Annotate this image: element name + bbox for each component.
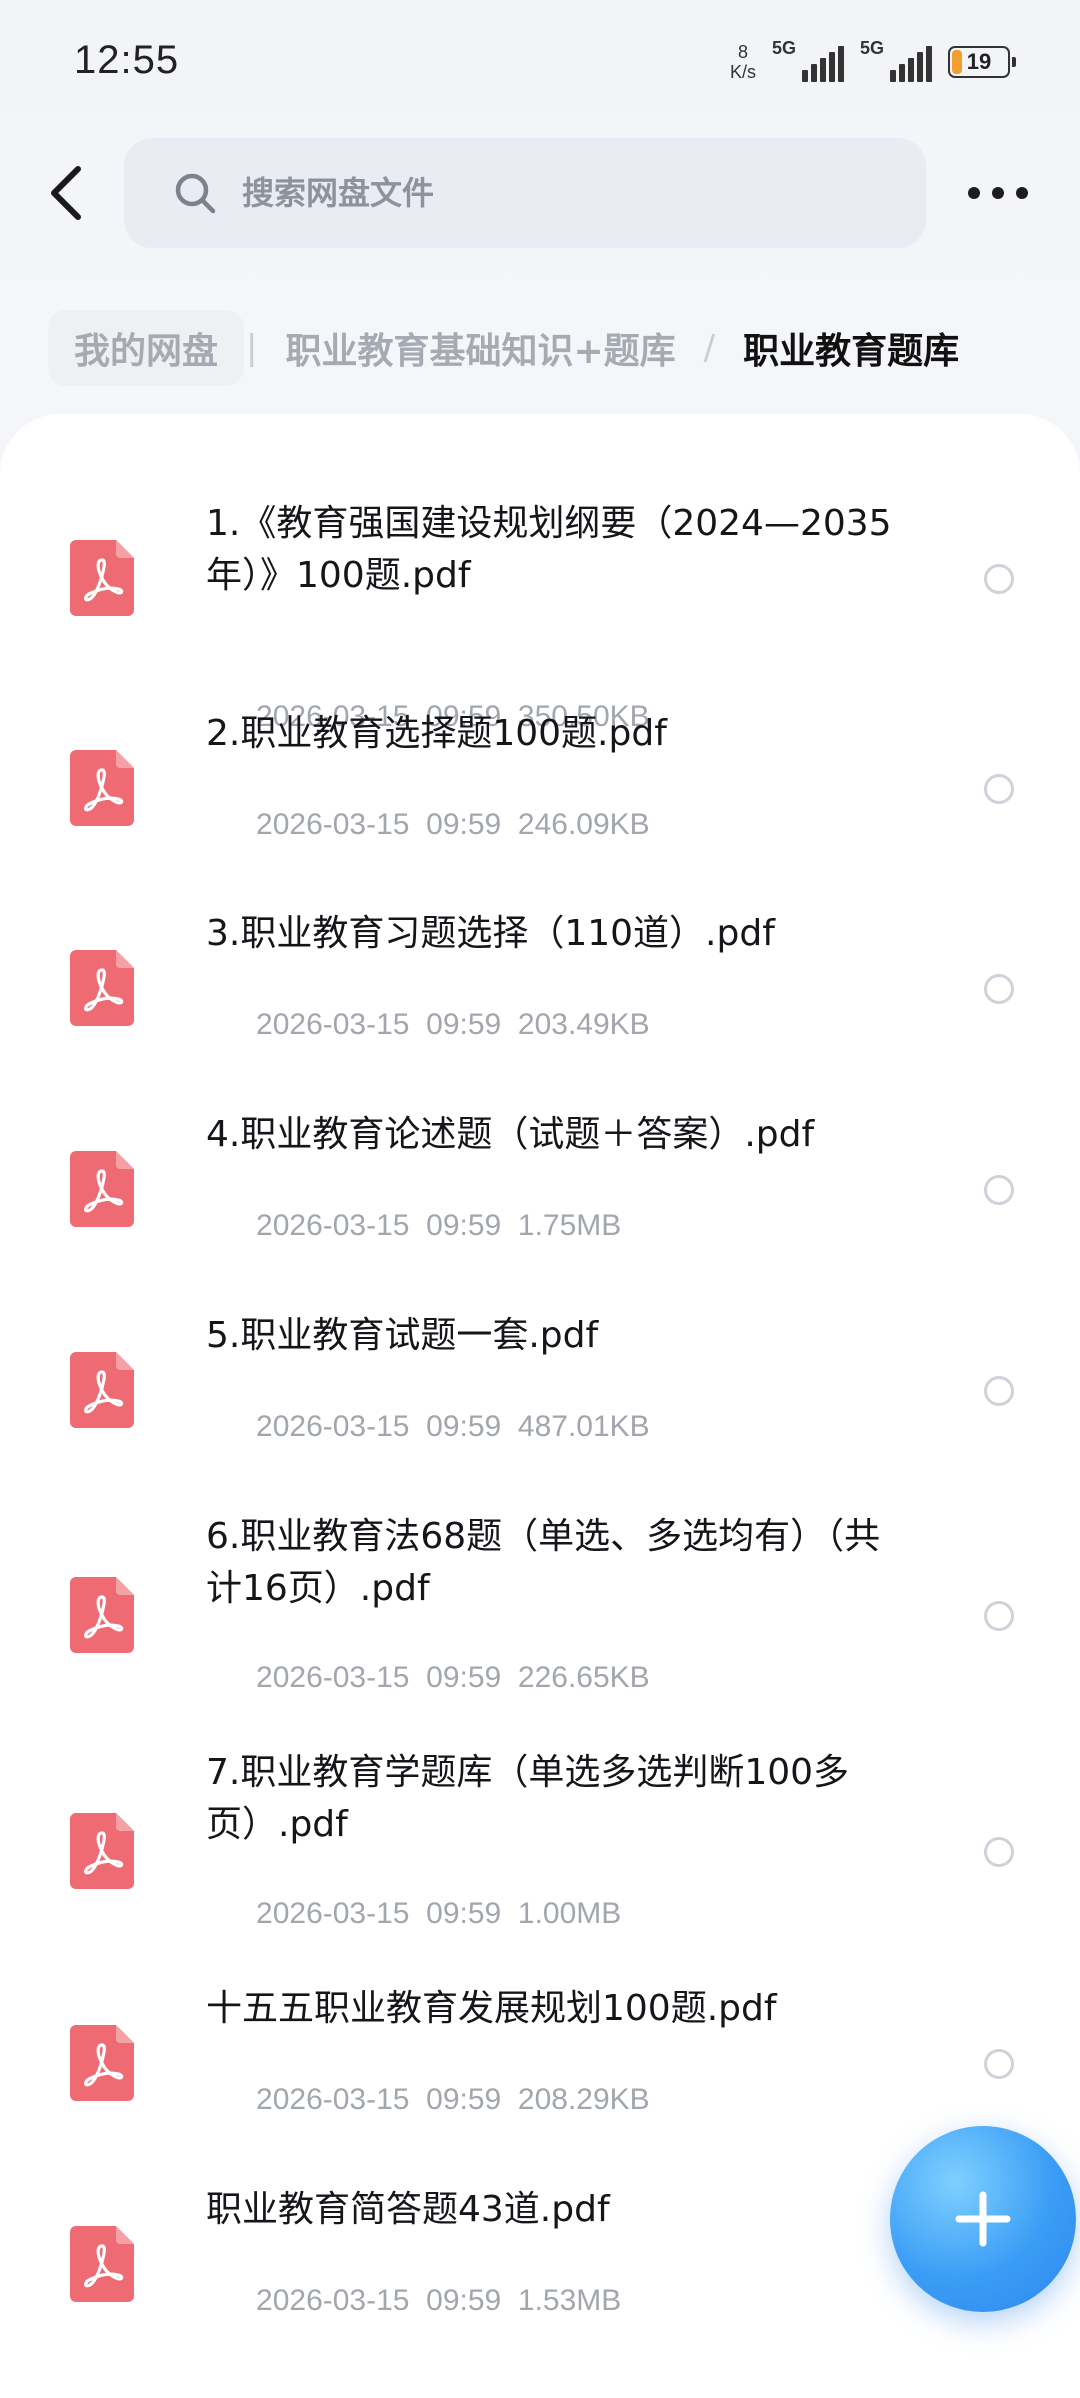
- file-date: 2026-03-15: [256, 1209, 410, 1242]
- file-size: 208.29KB: [517, 2083, 650, 2116]
- file-time: 09:59: [426, 1008, 502, 1041]
- file-meta: 2026-03-15 09:59 203.49KB: [206, 974, 650, 1076]
- select-radio[interactable]: [984, 1376, 1014, 1406]
- file-item[interactable]: 5.职业教育试题一套.pdf 2026-03-15 09:59 487.01KB: [0, 1286, 1080, 1443]
- file-meta: 2026-03-15 09:59 226.65KB: [206, 1627, 650, 1729]
- file-name: 7.职业教育学题库（单选多选判断100多页）.pdf: [206, 1752, 850, 1845]
- header: [0, 138, 1080, 248]
- net-speed-value: 8: [737, 42, 748, 62]
- file-item[interactable]: 4.职业教育论述题（试题＋答案）.pdf 2026-03-15 09:59 1.…: [0, 1085, 1080, 1242]
- file-name: 3.职业教育习题选择（110道）.pdf: [206, 913, 775, 954]
- select-radio[interactable]: [984, 564, 1014, 594]
- pdf-file-icon: [70, 1577, 134, 1653]
- file-date: 2026-03-15: [256, 1410, 410, 1443]
- breadcrumb-root[interactable]: 我的网盘: [48, 310, 245, 386]
- file-item[interactable]: 1.《教育强国建设规划纲要（2024—2035年）》100题.pdf 2026-…: [0, 474, 1080, 733]
- net-speed-unit: K/s: [729, 62, 756, 82]
- file-date: 2026-03-15: [256, 2083, 410, 2116]
- add-button[interactable]: [890, 2126, 1076, 2312]
- more-dot: [992, 187, 1004, 199]
- file-name: 6.职业教育法68题（单选、多选均有）（共计16页）.pdf: [206, 1516, 881, 1609]
- pdf-file-icon: [70, 750, 134, 826]
- file-date: 2026-03-15: [256, 1661, 410, 1694]
- pdf-file-icon: [70, 2226, 134, 2302]
- file-list: 1.《教育强国建设规划纲要（2024—2035年）》100题.pdf 2026-…: [0, 414, 1080, 2398]
- file-meta: 2026-03-15 09:59 1.75MB: [206, 1175, 621, 1277]
- file-item[interactable]: 7.职业教育学题库（单选多选判断100多页）.pdf 2026-03-15 09…: [0, 1723, 1080, 1930]
- select-radio[interactable]: [984, 1175, 1014, 1205]
- select-radio[interactable]: [984, 1837, 1014, 1867]
- file-meta: 2026-03-15 09:59 208.29KB: [206, 2049, 650, 2151]
- more-dot: [968, 187, 980, 199]
- file-time: 09:59: [426, 1661, 502, 1694]
- select-radio[interactable]: [984, 774, 1014, 804]
- file-time: 09:59: [426, 1209, 502, 1242]
- search-input[interactable]: [240, 173, 844, 213]
- file-meta: 2026-03-15 09:59 1.00MB: [206, 1863, 621, 1965]
- file-name: 十五五职业教育发展规划100题.pdf: [206, 1988, 777, 2029]
- more-dot: [1016, 187, 1028, 199]
- battery-icon: 19: [948, 46, 1016, 78]
- pdf-file-icon: [70, 1151, 134, 1227]
- breadcrumb-separator: |: [246, 328, 258, 368]
- search-icon: [175, 173, 216, 214]
- pdf-file-icon: [70, 1813, 134, 1889]
- file-time: 09:59: [426, 2284, 502, 2317]
- signal-generation-label: 5G: [772, 38, 797, 58]
- file-name: 1.《教育强国建设规划纲要（2024—2035年）》100题.pdf: [206, 503, 892, 596]
- search-box[interactable]: [124, 138, 926, 248]
- file-date: 2026-03-15: [256, 1008, 410, 1041]
- select-radio[interactable]: [984, 2049, 1014, 2079]
- file-time: 09:59: [426, 808, 502, 841]
- file-date: 2026-03-15: [256, 1897, 410, 1930]
- status-icons: 8 K/s 5G 5G 19: [730, 38, 1016, 82]
- file-name: 5.职业教育试题一套.pdf: [206, 1315, 599, 1356]
- breadcrumb-parent[interactable]: 职业教育基础知识+题库: [259, 310, 701, 386]
- signal-5g-icon: 5G: [860, 38, 932, 82]
- file-time: 09:59: [426, 2083, 502, 2116]
- pdf-file-icon: [70, 1352, 134, 1428]
- pdf-file-icon: [70, 950, 134, 1026]
- pdf-file-icon: [70, 540, 134, 616]
- back-button[interactable]: [36, 160, 96, 226]
- file-time: 09:59: [426, 1897, 502, 1930]
- file-meta: 2026-03-15 09:59 246.09KB: [206, 774, 650, 876]
- file-item[interactable]: 十五五职业教育发展规划100题.pdf 2026-03-15 09:59 208…: [0, 1959, 1080, 2116]
- plus-icon: [955, 2191, 1011, 2247]
- file-name: 职业教育简答题43道.pdf: [206, 2189, 610, 2230]
- pdf-file-icon: [70, 2025, 134, 2101]
- file-item[interactable]: 3.职业教育习题选择（110道）.pdf 2026-03-15 09:59 20…: [0, 884, 1080, 1041]
- net-speed: 8 K/s: [730, 42, 756, 82]
- signal-generation-label: 5G: [860, 38, 885, 58]
- file-size: 203.49KB: [517, 1008, 650, 1041]
- file-time: 09:59: [426, 1410, 502, 1443]
- file-size: 1.53MB: [517, 2284, 622, 2317]
- file-meta: 2026-03-15 09:59 1.53MB: [206, 2250, 621, 2352]
- file-date: 2026-03-15: [256, 2284, 410, 2317]
- breadcrumb: 我的网盘 | 职业教育基础知识+题库 / 职业教育题库: [48, 300, 985, 396]
- file-item[interactable]: 2.职业教育选择题100题.pdf 2026-03-15 09:59 246.0…: [0, 684, 1080, 841]
- status-time: 12:55: [74, 38, 180, 82]
- breadcrumb-separator: /: [703, 328, 716, 368]
- file-size: 487.01KB: [517, 1410, 650, 1443]
- file-size: 1.75MB: [517, 1209, 622, 1242]
- file-name: 2.职业教育选择题100题.pdf: [206, 713, 667, 754]
- chevron-left-icon: [51, 166, 81, 220]
- file-item[interactable]: 6.职业教育法68题（单选、多选均有）（共计16页）.pdf 2026-03-1…: [0, 1487, 1080, 1694]
- file-name: 4.职业教育论述题（试题＋答案）.pdf: [206, 1114, 815, 1155]
- file-size: 1.00MB: [517, 1897, 622, 1930]
- battery-level: 19: [966, 49, 992, 74]
- file-date: 2026-03-15: [256, 808, 410, 841]
- file-meta: 2026-03-15 09:59 487.01KB: [206, 1376, 650, 1478]
- battery-fill: [952, 50, 962, 74]
- select-radio[interactable]: [984, 974, 1014, 1004]
- file-size: 246.09KB: [517, 808, 650, 841]
- file-size: 226.65KB: [517, 1661, 650, 1694]
- status-bar: 12:55 8 K/s 5G 5G 19: [0, 0, 1080, 120]
- breadcrumb-current: 职业教育题库: [743, 331, 960, 372]
- select-radio[interactable]: [984, 1601, 1014, 1631]
- more-button[interactable]: [968, 176, 1028, 210]
- signal-5g-icon: 5G: [772, 38, 844, 82]
